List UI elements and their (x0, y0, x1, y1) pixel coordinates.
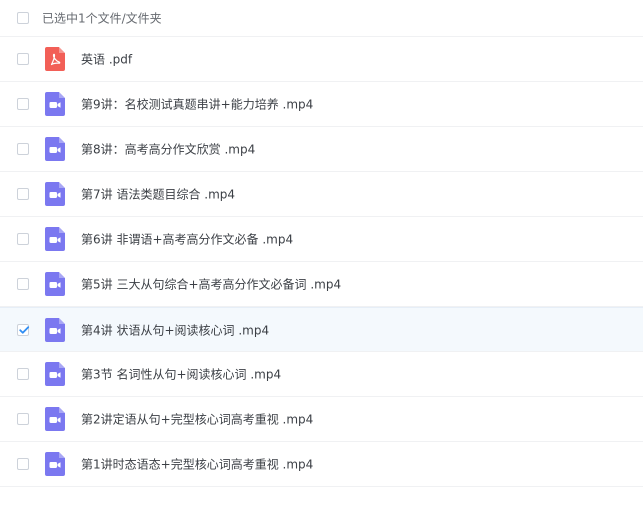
file-name[interactable]: 第4讲 状语从句+阅读核心词 .mp4 (81, 321, 269, 338)
selection-count-text: 已选中1个文件/文件夹 (42, 11, 162, 26)
video-file-icon (45, 182, 65, 206)
file-row[interactable]: 第7讲 语法类题目综合 .mp4 (0, 172, 643, 217)
file-checkbox[interactable] (17, 188, 29, 200)
file-row[interactable]: 第5讲 三大从句综合+高考高分作文必备词 .mp4 (0, 262, 643, 307)
select-all-checkbox[interactable] (17, 12, 29, 24)
file-checkbox[interactable] (17, 143, 29, 155)
file-checkbox[interactable] (17, 233, 29, 245)
file-checkbox[interactable] (17, 278, 29, 290)
file-name[interactable]: 第6讲 非谓语+高考高分作文必备 .mp4 (81, 231, 293, 248)
file-name[interactable]: 第7讲 语法类题目综合 .mp4 (81, 186, 235, 203)
file-row[interactable]: 第2讲定语从句+完型核心词高考重视 .mp4 (0, 397, 643, 442)
file-row[interactable]: 第1讲时态语态+完型核心词高考重视 .mp4 (0, 442, 643, 487)
file-row[interactable]: 第8讲：高考高分作文欣赏 .mp4 (0, 127, 643, 172)
video-file-icon (45, 317, 65, 342)
file-list: 已选中1个文件/文件夹 英语 .pdf 第9讲：名校测试真题串讲+能力培养 .m… (0, 0, 643, 487)
file-checkbox[interactable] (17, 368, 29, 380)
video-file-icon (45, 452, 65, 476)
file-checkbox[interactable] (17, 458, 29, 470)
video-file-icon (45, 407, 65, 431)
file-checkbox[interactable] (17, 53, 29, 65)
file-name[interactable]: 英语 .pdf (81, 51, 132, 68)
file-name[interactable]: 第8讲：高考高分作文欣赏 .mp4 (81, 141, 255, 158)
file-row[interactable]: 第6讲 非谓语+高考高分作文必备 .mp4 (0, 217, 643, 262)
video-file-icon (45, 227, 65, 251)
file-checkbox[interactable] (17, 98, 29, 110)
file-name[interactable]: 第1讲时态语态+完型核心词高考重视 .mp4 (81, 456, 313, 473)
file-name[interactable]: 第3节 名词性从句+阅读核心词 .mp4 (81, 366, 281, 383)
video-file-icon (45, 272, 65, 296)
file-checkbox[interactable] (17, 413, 29, 425)
video-file-icon (45, 92, 65, 116)
list-header: 已选中1个文件/文件夹 (0, 0, 643, 37)
file-name[interactable]: 第5讲 三大从句综合+高考高分作文必备词 .mp4 (81, 276, 341, 293)
check-icon (19, 325, 30, 334)
file-row[interactable]: 第9讲：名校测试真题串讲+能力培养 .mp4 (0, 82, 643, 127)
file-row[interactable]: 英语 .pdf (0, 37, 643, 82)
file-name[interactable]: 第9讲：名校测试真题串讲+能力培养 .mp4 (81, 96, 313, 113)
pdf-file-icon (45, 47, 65, 71)
file-checkbox[interactable] (17, 323, 30, 336)
file-row[interactable]: 第4讲 状语从句+阅读核心词 .mp4 (0, 307, 643, 352)
video-file-icon (45, 137, 65, 161)
file-name[interactable]: 第2讲定语从句+完型核心词高考重视 .mp4 (81, 411, 313, 428)
file-row[interactable]: 第3节 名词性从句+阅读核心词 .mp4 (0, 352, 643, 397)
video-file-icon (45, 362, 65, 386)
